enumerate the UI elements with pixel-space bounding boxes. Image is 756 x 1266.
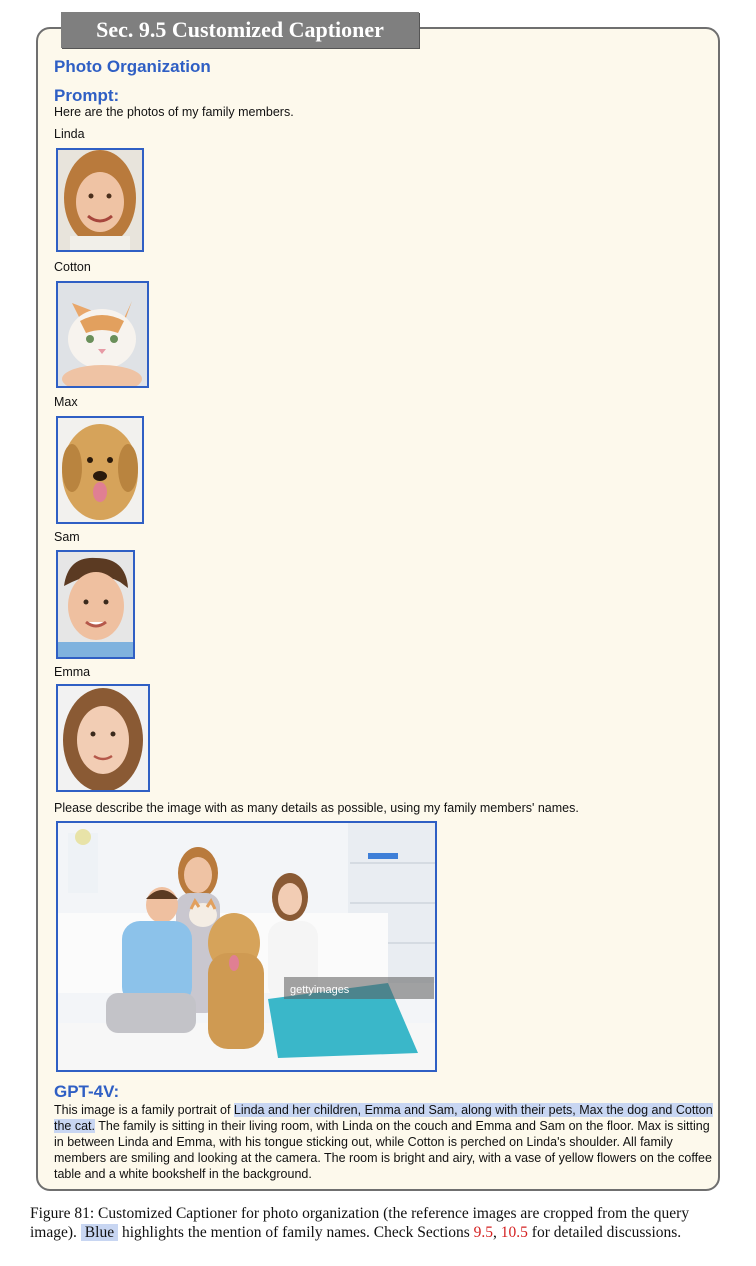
query-family-photo: gettyimages — [56, 821, 437, 1072]
section-ref-10-5[interactable]: 10.5 — [501, 1224, 528, 1241]
caption-comma: , — [493, 1224, 497, 1241]
max-photo — [56, 416, 144, 524]
name-label-max: Max — [54, 395, 78, 409]
emma-photo — [56, 684, 150, 792]
cotton-photo — [56, 281, 149, 388]
caption-blue-word: Blue — [80, 1224, 119, 1241]
section-tab: Sec. 9.5 Customized Captioner — [61, 12, 419, 48]
prompt-request: Please describe the image with as many d… — [54, 801, 579, 815]
name-label-cotton: Cotton — [54, 260, 91, 274]
panel-heading: Photo Organization — [54, 57, 211, 76]
response-plain-2: The family is sitting in their living ro… — [54, 1119, 712, 1181]
linda-photo — [56, 148, 144, 252]
response-plain-1: This image is a family portrait of — [54, 1103, 234, 1117]
name-label-sam: Sam — [54, 530, 80, 544]
sam-photo — [56, 550, 135, 659]
name-label-emma: Emma — [54, 665, 91, 679]
name-label-linda: Linda — [54, 127, 85, 141]
section-ref-9-5[interactable]: 9.5 — [474, 1224, 493, 1241]
figure-caption: Figure 81: Customized Captioner for phot… — [30, 1204, 730, 1242]
prompt-intro: Here are the photos of my family members… — [54, 105, 294, 119]
caption-part-b: highlights the mention of family names. … — [121, 1224, 470, 1241]
response-text: This image is a family portrait of Linda… — [54, 1102, 714, 1182]
response-label: GPT-4V: — [54, 1082, 120, 1101]
caption-part-c: for detailed discussions. — [531, 1224, 682, 1241]
getty-watermark: gettyimages — [290, 984, 350, 996]
prompt-label: Prompt: — [54, 86, 120, 105]
